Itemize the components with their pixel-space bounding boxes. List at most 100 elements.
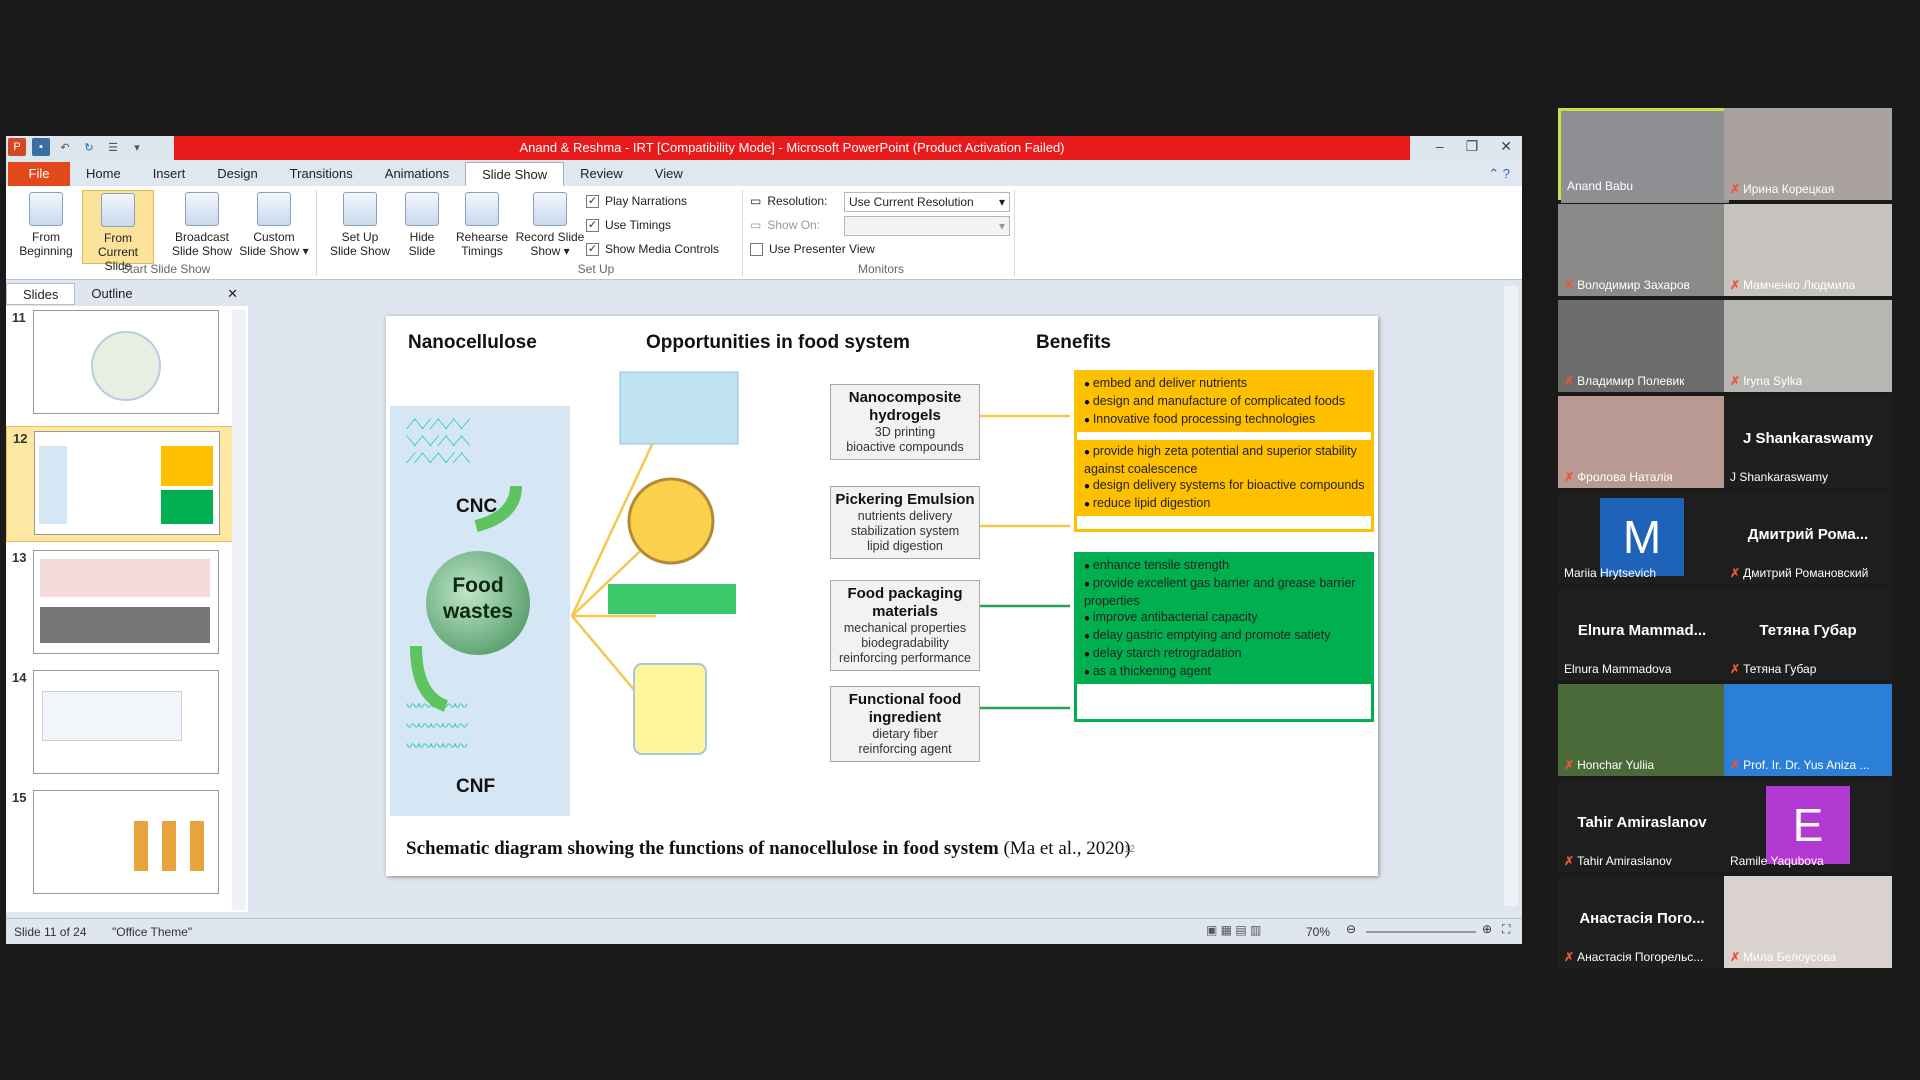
editor-scrollbar[interactable] bbox=[1504, 286, 1518, 906]
slide-number: 14 bbox=[12, 670, 27, 685]
help-icon[interactable]: ⌃ ? bbox=[1476, 166, 1522, 186]
tab-insert[interactable]: Insert bbox=[137, 162, 202, 186]
view-buttons-icon[interactable]: ▣ ▦ ▤ ▥ bbox=[1206, 923, 1261, 937]
show-media-controls-checkbox[interactable]: ✓ Show Media Controls bbox=[586, 242, 719, 256]
rehearse-timings-button[interactable]: Rehearse Timings bbox=[446, 192, 518, 258]
participant-name-text: Дмитрий Романовский bbox=[1743, 566, 1869, 580]
fit-slide-icon[interactable]: ⛶ bbox=[1502, 922, 1510, 937]
custom-slide-show-button[interactable]: Custom Slide Show ▾ bbox=[238, 192, 310, 258]
participant-tile[interactable]: ✗ Prof. Ir. Dr. Yus Aniza ... bbox=[1724, 684, 1892, 776]
thumbnail-image bbox=[33, 790, 219, 894]
participant-name: ✗ Дмитрий Романовский bbox=[1730, 566, 1868, 580]
quick-access-toolbar: P ▪ ↶ ↻ ☰ ▾ bbox=[8, 138, 146, 156]
button-label: Beginning bbox=[19, 244, 73, 258]
participant-tile[interactable]: Анастасія Пого... ✗ Анастасія Погорельс... bbox=[1558, 876, 1726, 968]
participant-tile[interactable]: ✗ Владимир Полевик bbox=[1558, 300, 1726, 392]
slide-thumbnail-selected[interactable]: 12 bbox=[6, 426, 242, 542]
participant-tile[interactable]: ✗ Iryna Sylka bbox=[1724, 300, 1892, 392]
checkbox-label: Use Presenter View bbox=[769, 242, 875, 256]
checkbox-label: Show Media Controls bbox=[605, 242, 720, 256]
from-current-slide-button[interactable]: From Current Slide bbox=[82, 190, 154, 273]
tab-outline[interactable]: Outline bbox=[75, 283, 148, 305]
use-presenter-view-checkbox[interactable]: Use Presenter View bbox=[750, 242, 875, 256]
participant-tile[interactable]: Тетяна Губар ✗ Тетяна Губар bbox=[1724, 588, 1892, 680]
zoom-in-icon[interactable]: ⊕ bbox=[1482, 922, 1492, 936]
undo-icon[interactable]: ↶ bbox=[56, 138, 74, 156]
participant-tile[interactable]: Tahir Amiraslanov ✗ Tahir Amiraslanov bbox=[1558, 780, 1726, 872]
label: Show On: bbox=[767, 218, 821, 232]
participant-tile[interactable]: Elnura Mammad... Elnura Mammadova bbox=[1558, 588, 1726, 680]
participant-tile[interactable]: Anand Babu bbox=[1558, 108, 1729, 203]
tab-slides[interactable]: Slides bbox=[6, 283, 76, 305]
play-narrations-checkbox[interactable]: ✓ Play Narrations bbox=[586, 194, 687, 208]
thumbnail-scrollbar[interactable] bbox=[232, 310, 246, 910]
show-on-label: ▭ Show On: bbox=[750, 218, 820, 232]
minimize-icon[interactable]: – bbox=[1436, 138, 1444, 155]
use-timings-checkbox[interactable]: ✓ Use Timings bbox=[586, 218, 671, 232]
participant-tile[interactable]: ✗ Мила Белоусова bbox=[1724, 876, 1892, 968]
benefit-item: reduce lipid digestion bbox=[1084, 495, 1368, 513]
participant-name-text: Ramile Yaqubova bbox=[1730, 854, 1824, 868]
select-value: Use Current Resolution bbox=[849, 195, 974, 209]
broadcast-slide-show-button[interactable]: Broadcast Slide Show bbox=[166, 192, 238, 258]
resolution-select[interactable]: Use Current Resolution ▾ bbox=[844, 192, 1010, 212]
participant-avatar: E bbox=[1766, 786, 1850, 864]
participant-tile[interactable]: M Mariia Hrytsevich bbox=[1558, 492, 1726, 584]
bullets-icon[interactable]: ☰ bbox=[104, 138, 122, 156]
participant-name-text: Prof. Ir. Dr. Yus Aniza ... bbox=[1743, 758, 1870, 772]
participant-tile[interactable]: ✗ Мамченко Людмила bbox=[1724, 204, 1892, 296]
slide-editor: Nanocellulose Opportunities in food syst… bbox=[252, 282, 1520, 912]
participant-tile[interactable]: ✗ Ирина Корецкая bbox=[1724, 108, 1892, 200]
slide-thumbnail[interactable]: 11 bbox=[6, 306, 242, 422]
participant-name-text: Анастасія Погорельс... bbox=[1577, 950, 1704, 964]
show-on-select[interactable]: ▾ bbox=[844, 216, 1010, 236]
slide-thumbnail[interactable]: 14 bbox=[6, 666, 242, 782]
slide-thumbnail[interactable]: 13 bbox=[6, 546, 242, 662]
participant-name: ✗ Владимир Полевик bbox=[1564, 374, 1684, 388]
box-title: Functional food ingredient bbox=[848, 691, 962, 726]
tab-animations[interactable]: Animations bbox=[369, 162, 465, 186]
benefits-hydrogels: embed and deliver nutrientsdesign and ma… bbox=[1076, 372, 1372, 432]
redo-icon[interactable]: ↻ bbox=[80, 138, 98, 156]
participant-tile[interactable]: J Shankaraswamy J Shankaraswamy bbox=[1724, 396, 1892, 488]
zoom-level[interactable]: 70% bbox=[1306, 925, 1330, 939]
participant-name-text: Tahir Amiraslanov bbox=[1577, 854, 1672, 868]
participant-tile[interactable]: ✗ Honchar Yuliia bbox=[1558, 684, 1726, 776]
tab-home[interactable]: Home bbox=[70, 162, 137, 186]
tab-view[interactable]: View bbox=[639, 162, 699, 186]
muted-mic-icon: ✗ bbox=[1564, 278, 1575, 292]
broadcast-icon bbox=[185, 192, 219, 226]
save-icon[interactable]: ▪ bbox=[32, 138, 50, 156]
participant-tile[interactable]: Дмитрий Рома... ✗ Дмитрий Романовский bbox=[1724, 492, 1892, 584]
participant-tile[interactable]: ✗ Фролова Наталія bbox=[1558, 396, 1726, 488]
participant-name: ✗ Анастасія Погорельс... bbox=[1564, 950, 1703, 964]
record-icon bbox=[533, 192, 567, 226]
participant-name: ✗ Фролова Наталія bbox=[1564, 470, 1673, 484]
customize-qat-icon[interactable]: ▾ bbox=[128, 138, 146, 156]
checkbox-unchecked bbox=[750, 242, 763, 256]
from-beginning-button[interactable]: From Beginning bbox=[10, 192, 82, 258]
slideshow-icon bbox=[29, 192, 63, 226]
tab-file[interactable]: File bbox=[8, 162, 70, 186]
caption-reference: (Ma et al., 2020) bbox=[1003, 838, 1131, 859]
slide-thumbnail[interactable]: 15 bbox=[6, 786, 242, 902]
participant-tile[interactable]: ✗ Володимир Захаров bbox=[1558, 204, 1726, 296]
participant-tile[interactable]: E Ramile Yaqubova bbox=[1724, 780, 1892, 872]
tab-design[interactable]: Design bbox=[201, 162, 273, 186]
tab-slide-show[interactable]: Slide Show bbox=[465, 162, 565, 186]
close-panel-icon[interactable]: ✕ bbox=[227, 286, 248, 302]
close-icon[interactable]: ✕ bbox=[1500, 138, 1512, 155]
zoom-slider[interactable] bbox=[1366, 931, 1476, 933]
record-slide-show-button[interactable]: Record Slide Show ▾ bbox=[512, 192, 588, 258]
restore-icon[interactable]: ❐ bbox=[1466, 138, 1479, 155]
status-bar: Slide 11 of 24 "Office Theme" ▣ ▦ ▤ ▥ 70… bbox=[6, 918, 1522, 944]
packaging-film bbox=[608, 584, 736, 614]
powerpoint-window: P ▪ ↶ ↻ ☰ ▾ Anand & Reshma - IRT [Compat… bbox=[6, 136, 1522, 944]
opportunity-packaging: Food packaging materials mechanical prope… bbox=[830, 580, 980, 671]
tab-review[interactable]: Review bbox=[564, 162, 639, 186]
box-line: 3D printing bbox=[874, 425, 936, 439]
tab-transitions[interactable]: Transitions bbox=[274, 162, 369, 186]
zoom-out-icon[interactable]: ⊖ bbox=[1346, 922, 1356, 936]
resolution-label: ▭ Resolution: bbox=[750, 194, 827, 208]
benefit-item: embed and deliver nutrients bbox=[1084, 375, 1368, 393]
